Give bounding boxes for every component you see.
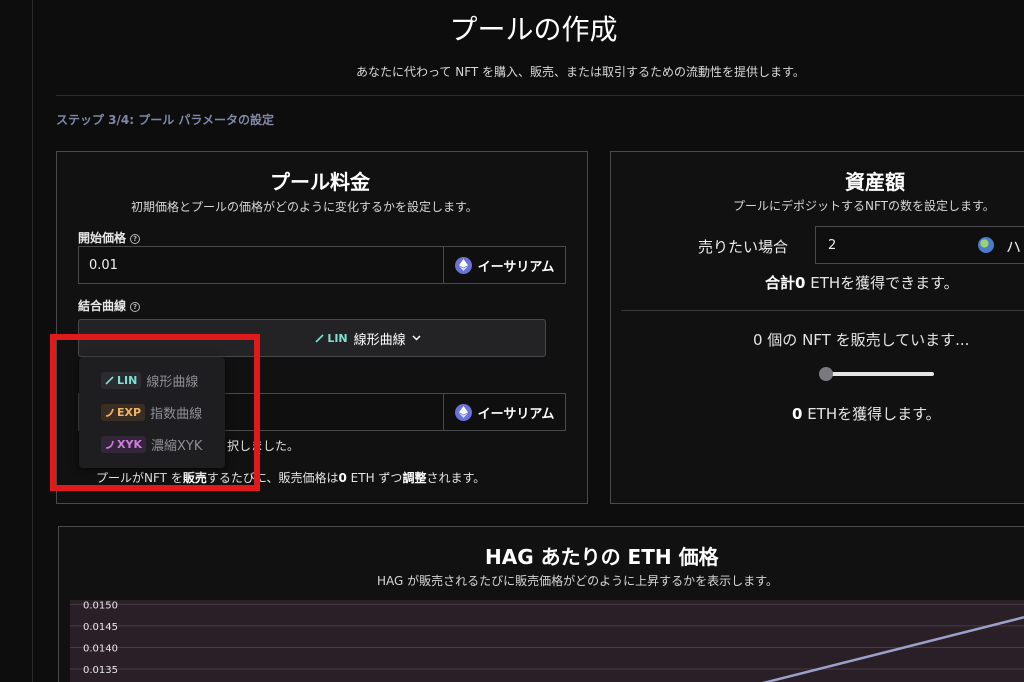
pool-fee-title: プール料金	[270, 170, 370, 194]
currency-selector[interactable]: イーサリアム	[443, 247, 565, 283]
start-price-value[interactable]: 0.01	[89, 258, 118, 273]
collection-icon	[978, 237, 994, 253]
page-title: プールの作成	[449, 13, 618, 46]
sell-count-slider[interactable]	[822, 372, 934, 376]
y-tick-label: 0.0150	[83, 600, 118, 611]
currency-label: イーサリアム	[477, 259, 555, 275]
collection-label: ハ	[1006, 238, 1022, 256]
help-icon[interactable]: ?	[130, 234, 141, 244]
selling-count-text: 0 個の NFT を販売しています...	[753, 331, 970, 349]
sell-quantity-input[interactable]: 2 ハ	[815, 226, 1024, 264]
sell-quantity-value[interactable]: 2	[828, 238, 836, 253]
start-price-label: 開始価格?	[78, 229, 141, 246]
delta-currency-selector[interactable]: イーサリアム	[443, 394, 565, 430]
selected-curve-name: 線形曲線	[353, 332, 406, 348]
chevron-down-icon	[412, 335, 421, 341]
assets-divider	[621, 310, 1024, 311]
y-tick-label: 0.0140	[83, 643, 118, 654]
price-chart: 0.0150 0.0145 0.0140 0.0135	[70, 600, 1024, 682]
chart-subtitle: HAG が販売されるたびに販売価格がどのように上昇するかを表示します。	[377, 574, 778, 588]
assets-title: 資産額	[845, 170, 905, 194]
ethereum-icon	[454, 403, 472, 421]
y-tick-label: 0.0145	[83, 622, 118, 633]
left-sidebar-edge	[0, 0, 33, 682]
price-series-line	[762, 616, 1024, 682]
annotation-highlight-box	[50, 334, 260, 491]
help-icon[interactable]: ?	[130, 302, 141, 312]
start-price-input[interactable]: 0.01 イーサリアム	[78, 246, 566, 284]
lin-tag: LIN	[315, 332, 348, 345]
y-tick-label: 0.0135	[83, 665, 118, 676]
step-indicator: ステップ 3/4: プール パラメータの設定	[56, 113, 275, 127]
pool-fee-description: 初期価格とプールの価格がどのように変化するかを設定します。	[131, 200, 478, 214]
sell-label: 売りたい場合	[698, 238, 789, 256]
currency-label: イーサリアム	[477, 406, 555, 422]
ethereum-icon	[454, 256, 472, 274]
page-subtitle: あなたに代わって NFT を購入、販売、または取引するための流動性を提供します。	[356, 65, 805, 79]
bonding-curve-label: 結合曲線?	[78, 297, 141, 314]
total-earn-text: 合計0 ETHを獲得できます。	[765, 274, 959, 292]
slider-handle[interactable]	[819, 367, 833, 381]
linear-curve-icon	[315, 333, 324, 343]
assets-description: プールにデポジットするNFTの数を設定します。	[733, 199, 995, 213]
header-divider	[56, 95, 1024, 96]
chart-title: HAG あたりの ETH 価格	[485, 545, 719, 569]
earn-text: 0 ETHを獲得します。	[792, 405, 941, 423]
